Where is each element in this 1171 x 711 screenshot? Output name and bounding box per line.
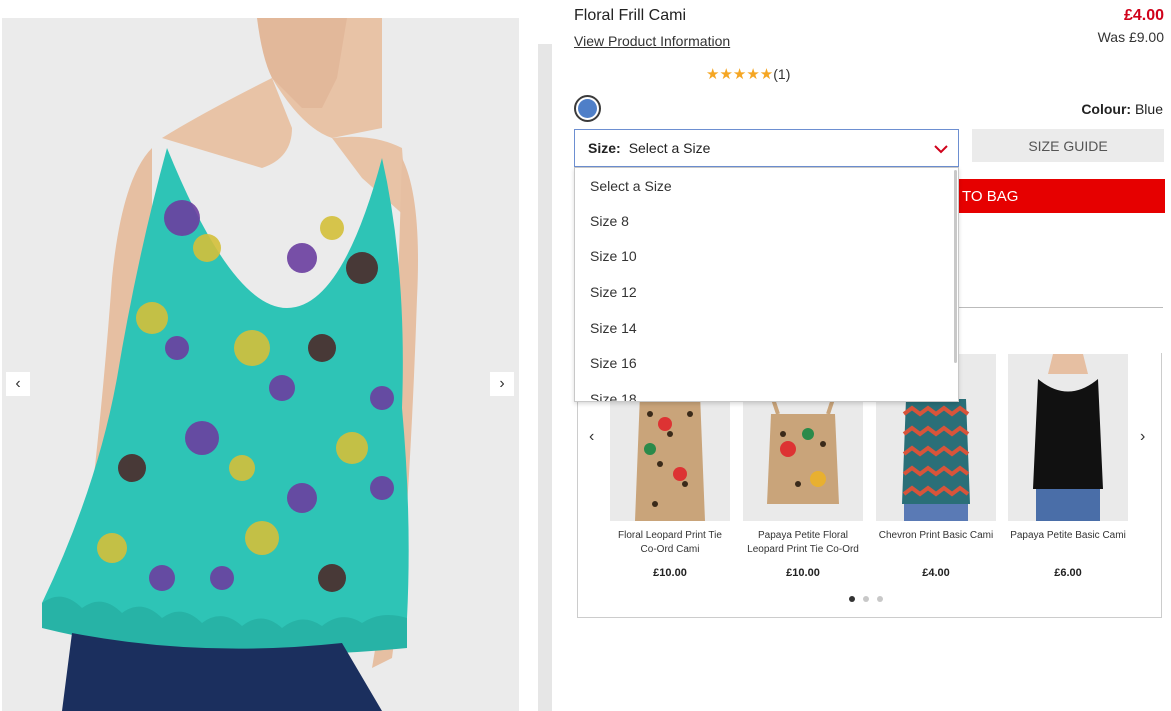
recommendation-price: £10.00	[653, 567, 687, 579]
size-option[interactable]: Size 12	[575, 274, 958, 310]
chevron-left-icon: ‹	[15, 375, 21, 392]
thumbnail-scroll-rail[interactable]	[538, 44, 552, 711]
size-dropdown-list[interactable]: Select a Size Size 8 Size 10 Size 12 Siz…	[574, 167, 959, 402]
section-divider	[958, 307, 1163, 308]
carousel-pagination	[849, 596, 883, 602]
carousel-dot[interactable]	[849, 596, 855, 602]
colour-swatch-blue[interactable]	[574, 95, 601, 122]
hero-next-button[interactable]: ›	[490, 372, 514, 396]
dropdown-scrollbar[interactable]	[954, 170, 957, 363]
size-option[interactable]: Size 8	[575, 203, 958, 239]
hero-prev-button[interactable]: ‹	[6, 372, 30, 396]
star-rating-icon: ★★★★★	[706, 66, 774, 83]
recommendation-name[interactable]: Floral Leopard Print Tie Co-Ord Cami	[610, 529, 730, 557]
size-select[interactable]: Size: Select a Size	[574, 129, 959, 167]
recommendation-image[interactable]	[1008, 354, 1128, 521]
size-option[interactable]: Size 18	[575, 381, 958, 401]
recommendation-card[interactable]: Papaya Petite Basic Cami £6.00	[1008, 354, 1128, 579]
size-guide-button[interactable]: SIZE GUIDE	[972, 129, 1164, 162]
size-select-value: Select a Size	[628, 140, 711, 156]
carousel-dot[interactable]	[863, 596, 869, 602]
size-select-label: Size:	[588, 140, 621, 156]
recommendation-price: £10.00	[786, 567, 820, 579]
chevron-left-icon: ‹	[589, 428, 595, 445]
add-to-bag-label: TO BAG	[962, 187, 1019, 205]
was-price: Was £9.00	[1097, 29, 1164, 45]
product-main-image[interactable]: ‹ › +	[2, 18, 519, 711]
size-option[interactable]: Size 14	[575, 310, 958, 346]
chevron-right-icon: ›	[1140, 428, 1146, 445]
product-rating[interactable]: ★★★★★ (1)	[706, 65, 790, 83]
carousel-dot[interactable]	[877, 596, 883, 602]
recommendation-price: £4.00	[922, 567, 950, 579]
size-option[interactable]: Size 10	[575, 239, 958, 275]
current-price: £4.00	[1123, 7, 1164, 24]
recommendation-price: £6.00	[1054, 567, 1082, 579]
chevron-right-icon: ›	[499, 375, 505, 392]
colour-label-key: Colour:	[1081, 101, 1132, 117]
size-option[interactable]: Size 16	[575, 345, 958, 381]
recommendation-name[interactable]: Chevron Print Basic Cami	[876, 529, 996, 557]
carousel-prev-button[interactable]: ‹	[589, 428, 594, 446]
product-photo	[2, 18, 519, 711]
swatch-fill	[578, 99, 597, 118]
carousel-next-button[interactable]: ›	[1140, 428, 1145, 446]
recommendation-name[interactable]: Papaya Petite Floral Leopard Print Tie C…	[743, 529, 863, 557]
chevron-down-icon	[934, 145, 948, 154]
colour-value: Blue	[1134, 101, 1163, 117]
size-option[interactable]: Select a Size	[575, 168, 958, 203]
rating-count: (1)	[773, 66, 791, 82]
recommendation-name[interactable]: Papaya Petite Basic Cami	[1008, 529, 1128, 557]
view-product-info-link[interactable]: View Product Information	[574, 33, 730, 49]
product-title: Floral Frill Cami	[574, 7, 686, 24]
colour-label: Colour: Blue	[1081, 101, 1163, 117]
